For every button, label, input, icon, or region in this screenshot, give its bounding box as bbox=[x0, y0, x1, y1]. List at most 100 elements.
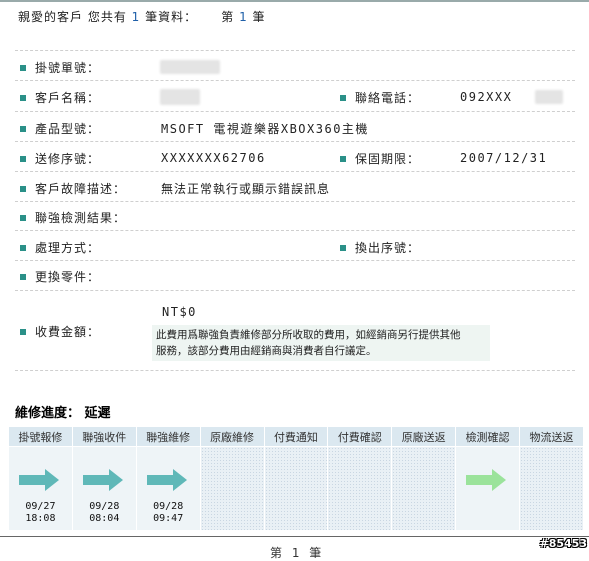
bullet-icon bbox=[20, 156, 26, 162]
progress-title: 維修進度： 延遲 bbox=[15, 402, 111, 421]
step-header: 原廠維修 bbox=[200, 427, 264, 446]
step-header: 檢測確認 bbox=[456, 427, 519, 446]
step-timestamp: 09/27 18:08 bbox=[9, 501, 72, 525]
phone-value: 092XXX bbox=[460, 90, 513, 104]
bullet-icon bbox=[340, 95, 346, 101]
fee-note-line-1: 此費用爲聯強負責維修部分所收取的費用，如經銷商另行提供其他 bbox=[156, 329, 461, 341]
parts-label: 更換零件： bbox=[35, 270, 101, 284]
warranty-value: 2007/12/31 bbox=[460, 151, 548, 165]
divider bbox=[15, 201, 575, 202]
top-border bbox=[0, 0, 589, 2]
step-cell: 09/28 09:47 bbox=[136, 447, 200, 530]
row-handling: 處理方式： 換出序號： bbox=[15, 238, 580, 260]
divider bbox=[15, 260, 575, 261]
step-date: 09/28 bbox=[153, 501, 184, 512]
header-prefix: 親愛的客戶 您共有 bbox=[18, 10, 127, 24]
arrow-right-icon bbox=[146, 469, 187, 491]
step-time: 09:47 bbox=[153, 513, 184, 524]
divider bbox=[15, 290, 575, 291]
step-header: 原廠送返 bbox=[392, 427, 456, 446]
warranty-label: 保固期限： bbox=[355, 152, 421, 166]
customer-name-redacted bbox=[160, 89, 200, 105]
phone-redacted bbox=[535, 90, 563, 104]
divider bbox=[15, 230, 575, 231]
divider bbox=[15, 141, 575, 142]
arrow-right-icon bbox=[82, 469, 123, 491]
progress-table: 掛號報修 聯強收件 聯強維修 原廠維修 付費通知 付費確認 原廠送返 檢測確認 … bbox=[8, 426, 584, 531]
step-header: 付費通知 bbox=[264, 427, 328, 446]
bullet-icon bbox=[340, 245, 346, 251]
serial-value: XXXXXXX62706 bbox=[161, 151, 266, 165]
fault-value: 無法正常執行或顯示錯誤訊息 bbox=[161, 182, 331, 196]
bullet-icon bbox=[20, 95, 26, 101]
fee-label: 收費金額： bbox=[35, 325, 101, 339]
row-customer: 客戶名稱： 聯絡電話： 092XXX bbox=[15, 88, 580, 110]
phone-label: 聯絡電話： bbox=[355, 91, 421, 105]
step-cell: 09/27 18:08 bbox=[9, 447, 72, 530]
bullet-icon bbox=[20, 329, 26, 335]
model-label: 產品型號： bbox=[35, 122, 101, 136]
arrow-right-icon bbox=[19, 469, 59, 491]
progress-header-row: 掛號報修 聯強收件 聯強維修 原廠維修 付費通知 付費確認 原廠送返 檢測確認 … bbox=[9, 427, 583, 446]
header-middle: 筆資料： bbox=[145, 10, 198, 24]
step-header: 物流送返 bbox=[520, 427, 583, 446]
divider bbox=[15, 171, 575, 172]
divider bbox=[15, 111, 575, 112]
step-header: 掛號報修 bbox=[9, 427, 72, 446]
swap-serial-label: 換出序號： bbox=[355, 241, 421, 255]
ticket-number-redacted bbox=[160, 60, 220, 74]
step-header: 聯強收件 bbox=[72, 427, 136, 446]
page-prefix: 第 bbox=[221, 10, 235, 24]
step-date: 09/27 bbox=[25, 501, 56, 512]
bottom-border bbox=[0, 536, 589, 537]
divider bbox=[15, 80, 575, 81]
progress-label: 維修進度： bbox=[15, 406, 81, 421]
serial-label: 送修序號： bbox=[35, 152, 101, 166]
row-fault: 客戶故障描述： 無法正常執行或顯示錯誤訊息 bbox=[15, 179, 580, 201]
model-value: MSOFT 電視遊樂器XBOX360主機 bbox=[161, 122, 369, 136]
step-cell bbox=[392, 447, 456, 530]
bullet-icon bbox=[20, 126, 26, 132]
divider bbox=[15, 370, 575, 371]
row-serial: 送修序號： XXXXXXX62706 保固期限： 2007/12/31 bbox=[15, 149, 580, 171]
row-parts: 更換零件： bbox=[15, 267, 580, 289]
step-cell bbox=[264, 447, 328, 530]
row-model: 產品型號： MSOFT 電視遊樂器XBOX360主機 bbox=[15, 119, 580, 141]
fee-note: 此費用爲聯強負責維修部分所收取的費用，如經銷商另行提供其他 服務，該部分費用由經… bbox=[152, 325, 490, 361]
bullet-icon bbox=[20, 274, 26, 280]
step-timestamp: 09/28 08:04 bbox=[73, 501, 136, 525]
inspection-label: 聯強檢測結果： bbox=[35, 211, 127, 225]
bullet-icon bbox=[20, 65, 26, 71]
fee-value: NT$0 bbox=[162, 305, 197, 319]
step-cell: 09/28 08:04 bbox=[72, 447, 136, 530]
arrow-right-icon bbox=[466, 469, 507, 491]
bullet-icon bbox=[340, 156, 346, 162]
row-ticket-number: 掛號單號： bbox=[15, 58, 580, 80]
fault-label: 客戶故障描述： bbox=[35, 182, 127, 196]
step-cell bbox=[520, 447, 583, 530]
progress-body-row: 09/27 18:08 09/28 08:04 09/28 09:47 bbox=[9, 447, 583, 530]
step-header: 付費確認 bbox=[328, 427, 392, 446]
handling-label: 處理方式： bbox=[35, 241, 101, 255]
step-cell bbox=[328, 447, 392, 530]
page-suffix: 筆 bbox=[252, 10, 266, 24]
divider bbox=[15, 50, 575, 51]
watermark: #85453 bbox=[539, 537, 588, 550]
record-count: 1 bbox=[131, 10, 141, 24]
step-cell bbox=[200, 447, 264, 530]
step-time: 18:08 bbox=[25, 513, 56, 524]
step-header: 聯強維修 bbox=[136, 427, 200, 446]
fee-note-line-2: 服務，該部分費用由經銷商與消費者自行議定。 bbox=[156, 345, 377, 357]
page-number: 1 bbox=[239, 10, 248, 24]
step-time: 08:04 bbox=[89, 513, 120, 524]
progress-status: 延遲 bbox=[84, 406, 111, 421]
row-inspection: 聯強檢測結果： bbox=[15, 208, 580, 230]
ticket-number-label: 掛號單號： bbox=[35, 61, 101, 75]
bullet-icon bbox=[20, 215, 26, 221]
step-timestamp: 09/28 09:47 bbox=[137, 501, 200, 525]
customer-label: 客戶名稱： bbox=[35, 91, 101, 105]
step-cell-current bbox=[456, 447, 519, 530]
page-header: 親愛的客戶 您共有 1 筆資料： 第 1 筆 bbox=[18, 8, 266, 25]
bullet-icon bbox=[20, 245, 26, 251]
bullet-icon bbox=[20, 186, 26, 192]
